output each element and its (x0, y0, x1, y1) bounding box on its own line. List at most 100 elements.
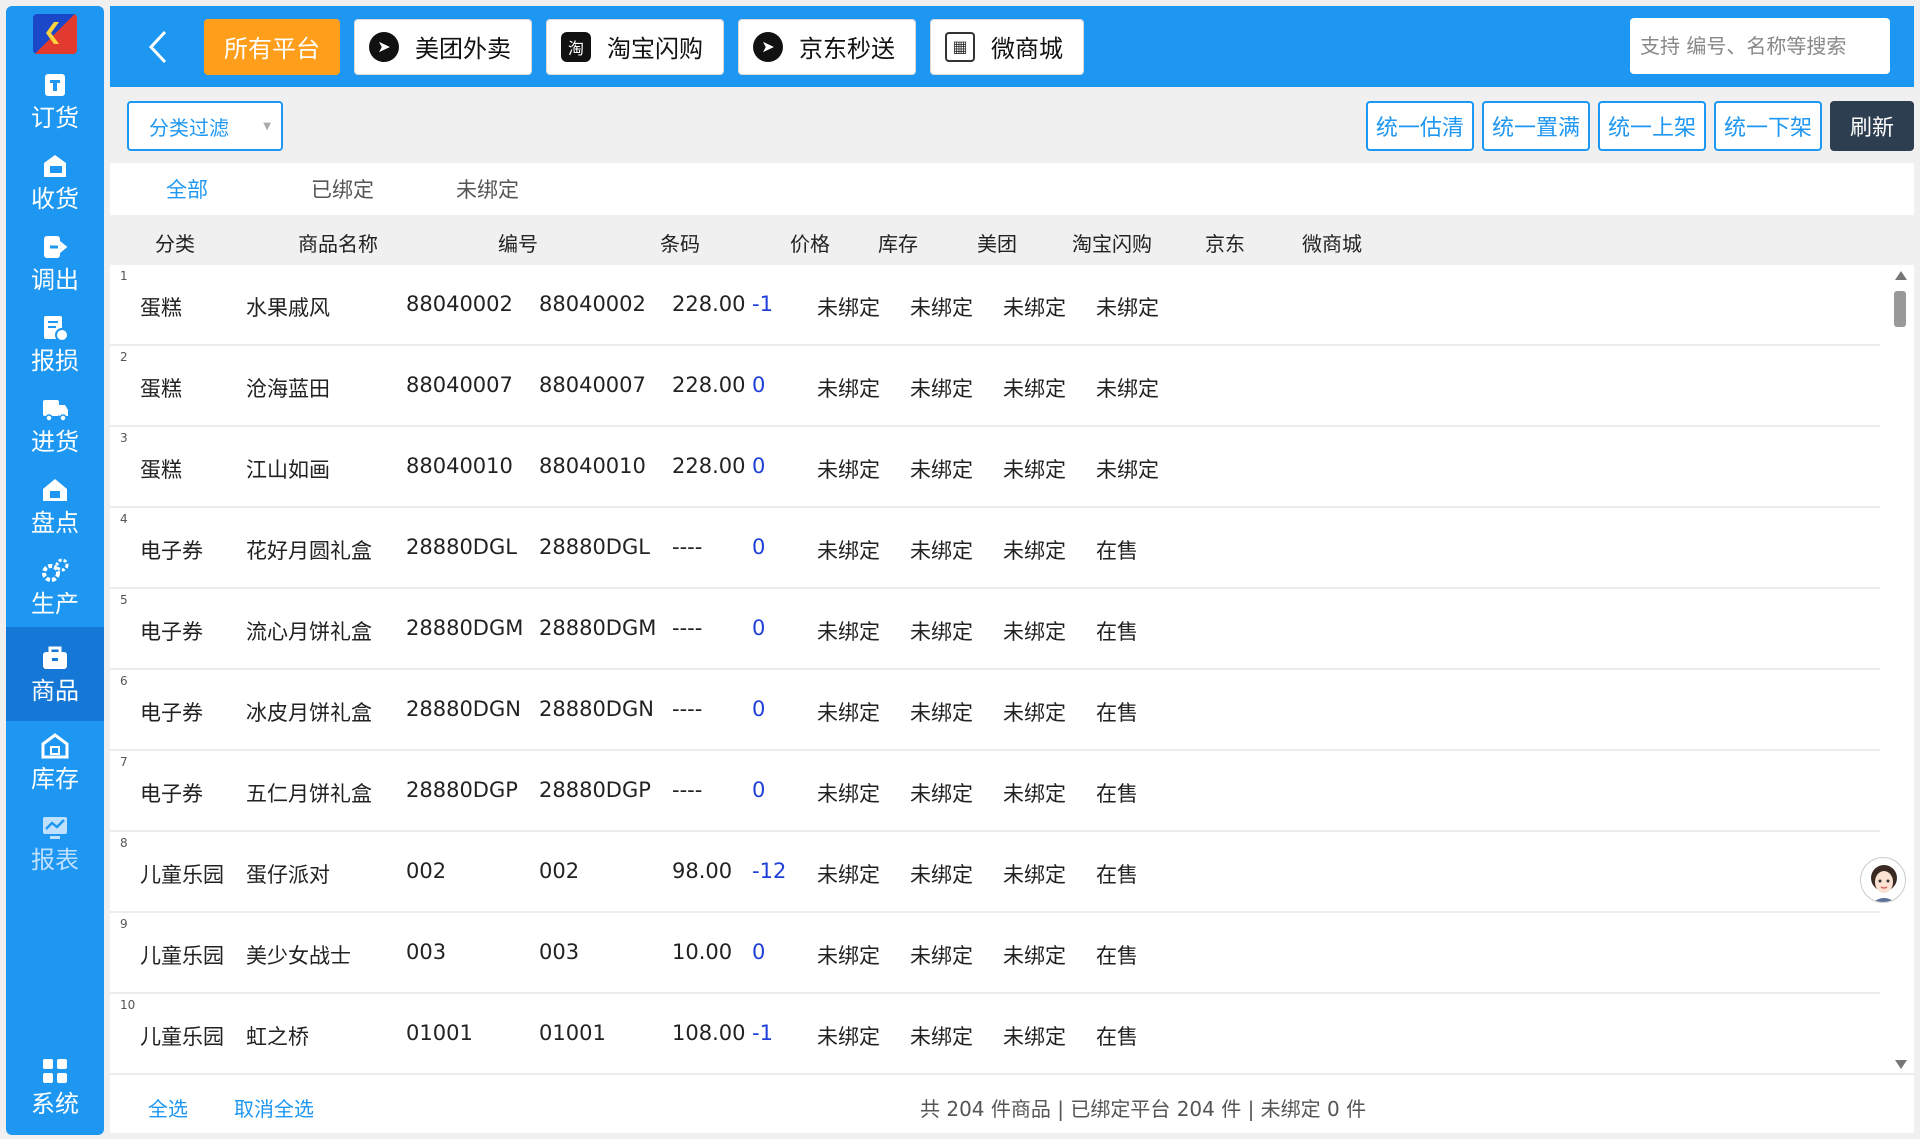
cell-stock: 0 (752, 940, 766, 964)
cell-taobao: 未绑定 (910, 620, 973, 644)
tab-all[interactable]: 全部 (166, 174, 311, 204)
header-code[interactable]: 编号 (498, 228, 538, 257)
cell-barcode: 003 (539, 940, 580, 964)
select-all-link[interactable]: 全选 (148, 1093, 188, 1122)
jd-button[interactable]: ➤ 京东秒送 (738, 18, 916, 75)
cell-code: 88040010 (406, 454, 513, 478)
receive-icon (44, 154, 66, 177)
stock-icon (41, 732, 69, 758)
cell-taobao: 未绑定 (910, 863, 973, 887)
nav-label-receive: 收货 (31, 184, 79, 213)
cell-stock: 0 (752, 616, 766, 640)
tab-unbound[interactable]: 未绑定 (456, 174, 601, 204)
nav-item-transfer-out[interactable]: 调出 (6, 222, 104, 303)
table-row[interactable]: 1 蛋糕 水果戚风 88040002 88040002 228.00 -1 未绑定 未绑定 未绑定… (110, 265, 1880, 346)
cell-barcode: 28880DGL (539, 535, 650, 559)
bulk-sold-out-button[interactable]: 统一估清 (1365, 101, 1474, 151)
nav-item-loss-report[interactable]: 报损 (6, 303, 104, 384)
nav-label-loss-report: 报损 (31, 346, 79, 375)
cell-stock: 0 (752, 373, 766, 397)
header-barcode[interactable]: 条码 (660, 228, 700, 257)
header-meituan[interactable]: 美团 (977, 228, 1017, 257)
cell-meituan: 未绑定 (817, 944, 880, 968)
all-platforms-button[interactable]: 所有平台 (204, 18, 340, 75)
taobao-button[interactable]: 淘 淘宝闪购 (546, 18, 724, 75)
cell-taobao: 未绑定 (910, 377, 973, 401)
cell-meituan: 未绑定 (817, 377, 880, 401)
goods-panel: 全部 已绑定 未绑定 分类 商品名称 编号 条码 价格 库存 美团 淘宝闪购 京… (110, 163, 1914, 1133)
cell-stock: 0 (752, 778, 766, 802)
refresh-button[interactable]: 刷新 (1829, 101, 1914, 151)
table-row[interactable]: 4 电子券 花好月圆礼盒 28880DGL 28880DGL ---- 0 未绑定 未绑定 未绑定… (110, 508, 1880, 589)
cell-wshop: 在售 (1096, 863, 1138, 887)
bulk-delist-button[interactable]: 统一下架 (1713, 101, 1822, 151)
table-row[interactable]: 7 电子券 五仁月饼礼盒 28880DGP 28880DGP ---- 0 未绑定 未绑定 未绑定… (110, 751, 1880, 832)
header-jd[interactable]: 京东 (1205, 228, 1245, 257)
cell-wshop: 在售 (1096, 944, 1138, 968)
wshop-button[interactable]: ▦ 微商城 (930, 18, 1084, 75)
header-taobao[interactable]: 淘宝闪购 (1072, 228, 1152, 257)
table-row[interactable]: 6 电子券 冰皮月饼礼盒 28880DGN 28880DGN ---- 0 未绑定 未绑定 未绑定… (110, 670, 1880, 751)
row-index: 4 (120, 512, 128, 526)
nav-item-production[interactable]: 生产 (6, 546, 104, 627)
cell-category: 电子券 (140, 782, 203, 806)
cell-wshop: 在售 (1096, 782, 1138, 806)
cell-name: 五仁月饼礼盒 (246, 782, 372, 806)
search-input[interactable] (1630, 18, 1890, 74)
taobao-label: 淘宝闪购 (607, 35, 703, 63)
cell-meituan: 未绑定 (817, 539, 880, 563)
deselect-all-link[interactable]: 取消全选 (234, 1093, 314, 1122)
loss-report-icon (44, 315, 69, 342)
nav-label-goods: 商品 (31, 677, 79, 705)
row-index: 1 (120, 269, 128, 283)
cell-price: ---- (672, 535, 703, 559)
nav-item-inventory-check[interactable]: 盘点 (6, 465, 104, 546)
cell-jd: 未绑定 (1003, 377, 1066, 401)
cell-taobao: 未绑定 (910, 539, 973, 563)
table-row[interactable]: 8 儿童乐园 蛋仔派对 002 002 98.00 -12 未绑定 未绑定 未绑定 在售 (110, 832, 1880, 913)
meituan-button[interactable]: ➤ 美团外卖 (354, 18, 532, 75)
tab-bound[interactable]: 已绑定 (311, 174, 456, 204)
nav-item-receive[interactable]: 收货 (6, 141, 104, 222)
nav-item-report[interactable]: 报表 (6, 802, 104, 883)
cell-jd: 未绑定 (1003, 944, 1066, 968)
nav-item-system[interactable]: 系统 (6, 1046, 104, 1127)
vertical-scrollbar[interactable] (1886, 265, 1914, 1075)
cell-code: 003 (406, 940, 447, 964)
table-row[interactable]: 5 电子券 流心月饼礼盒 28880DGM 28880DGM ---- 0 未绑定 未绑定 未绑定… (110, 589, 1880, 670)
cell-taobao: 未绑定 (910, 1025, 973, 1049)
nav-item-goods[interactable]: 商品 (6, 627, 104, 721)
scroll-up-arrow[interactable] (1895, 271, 1907, 280)
production-icon (42, 558, 69, 582)
header-name[interactable]: 商品名称 (298, 228, 378, 257)
cell-stock: -1 (752, 1021, 773, 1045)
category-filter-dropdown[interactable]: 分类过滤 ▼ (127, 101, 283, 151)
cell-code: 28880DGN (406, 697, 521, 721)
cell-name: 虹之桥 (246, 1025, 309, 1049)
header-category[interactable]: 分类 (155, 228, 195, 257)
scroll-down-arrow[interactable] (1895, 1060, 1907, 1069)
scroll-thumb[interactable] (1894, 291, 1906, 327)
table-row[interactable]: 3 蛋糕 江山如画 88040010 88040010 228.00 0 未绑定 未绑定 未绑定 未… (110, 427, 1880, 508)
assistant-avatar[interactable] (1860, 857, 1906, 903)
table-row[interactable]: 9 儿童乐园 美少女战士 003 003 10.00 0 未绑定 未绑定 未绑定 在售 (110, 913, 1880, 994)
table-row[interactable]: 2 蛋糕 沧海蓝田 88040007 88040007 228.00 0 未绑定 未绑定 未绑定 未… (110, 346, 1880, 427)
cell-jd: 未绑定 (1003, 458, 1066, 482)
nav-label-purchase: 进货 (31, 427, 79, 456)
back-button[interactable] (134, 22, 180, 72)
jd-icon: ➤ (753, 31, 783, 62)
nav-item-stock[interactable]: 库存 (6, 721, 104, 802)
nav-item-purchase[interactable]: 进货 (6, 384, 104, 465)
header-stock[interactable]: 库存 (878, 228, 918, 257)
table-row[interactable]: 10 儿童乐园 虹之桥 01001 01001 108.00 -1 未绑定 未绑定 未绑定 在售 (110, 994, 1880, 1075)
header-price[interactable]: 价格 (790, 228, 830, 257)
store-icon: ▦ (945, 31, 975, 62)
category-filter-label: 分类过滤 (149, 115, 229, 140)
cell-name: 流心月饼礼盒 (246, 620, 372, 644)
bulk-fill-stock-button[interactable]: 统一置满 (1481, 101, 1590, 151)
nav-item-order[interactable]: 订货 (6, 60, 104, 141)
bulk-list-button[interactable]: 统一上架 (1597, 101, 1706, 151)
header-wshop[interactable]: 微商城 (1302, 228, 1362, 257)
row-index: 5 (120, 593, 128, 607)
cell-wshop: 未绑定 (1096, 296, 1159, 320)
